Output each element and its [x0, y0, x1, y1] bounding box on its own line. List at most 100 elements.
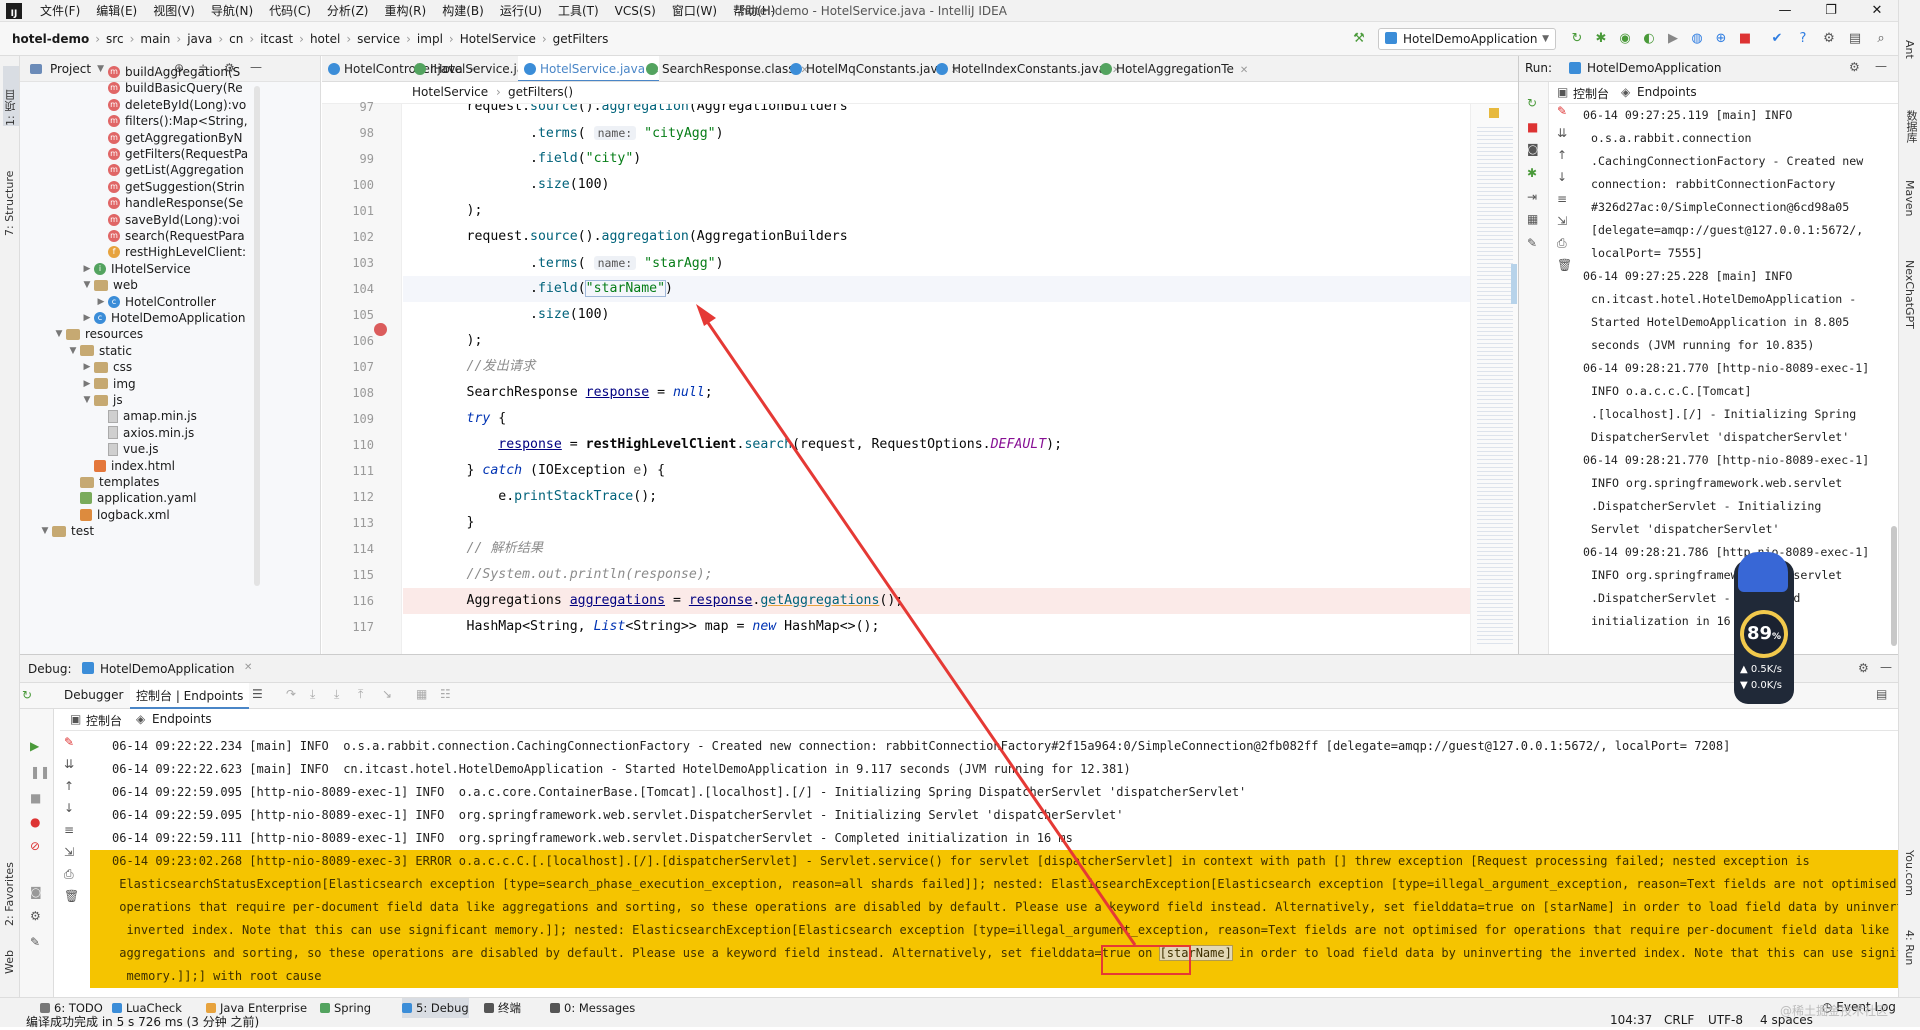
scroll-end-icon[interactable]: ⇊ [1557, 126, 1567, 140]
clear-icon[interactable]: ✎ [64, 735, 74, 749]
gear-icon[interactable]: ⚙ [1858, 661, 1869, 675]
up-arrow-icon[interactable]: ↑ [64, 779, 74, 793]
gear-icon[interactable]: ⚙ [30, 909, 41, 923]
debug-icon[interactable]: ✱ [1527, 166, 1537, 180]
exit-icon[interactable]: ⇥ [1527, 190, 1537, 204]
help-icon[interactable]: ? [1794, 30, 1812, 48]
close-button[interactable]: ✕ [1854, 0, 1900, 22]
scroll-thumb[interactable] [1511, 264, 1517, 304]
console-endpoints-tab[interactable]: 控制台 | Endpoints [130, 683, 250, 709]
minimize-button[interactable]: — [1762, 0, 1808, 22]
hide-icon[interactable]: — [250, 60, 262, 74]
clear-icon[interactable]: ✎ [1557, 104, 1567, 118]
right-tool-tab-2[interactable]: Maven [1903, 180, 1916, 216]
tool-tab[interactable]: 终端 [484, 998, 521, 1018]
code-editor[interactable]: request.source().aggregation(Aggregation… [403, 104, 1470, 654]
up-arrow-icon[interactable]: ↑ [1557, 148, 1567, 162]
tree-caret-icon[interactable]: ▼ [80, 390, 94, 410]
breadcrumb-item[interactable]: hotel-demo [8, 32, 93, 46]
breadcrumb-method[interactable]: getFilters() [508, 85, 573, 99]
evaluate-icon[interactable]: ▦ [416, 687, 427, 701]
editor-tab[interactable]: HotelAggregationTe ✕ [1094, 56, 1248, 81]
breakpoint-icon[interactable] [374, 323, 387, 336]
menu-icon[interactable]: ☰ [252, 687, 263, 701]
update-icon[interactable]: ⊕ [1712, 30, 1730, 48]
tree-caret-icon[interactable]: ▼ [66, 341, 80, 361]
menu-item[interactable]: 构建(B) [434, 0, 492, 22]
print-icon[interactable]: ⎙ [64, 867, 74, 882]
editor-tab[interactable]: HotelIndexConstants.java ✕ [930, 56, 1120, 81]
menu-item[interactable]: 视图(V) [145, 0, 203, 22]
step-over-icon[interactable]: ↷ [286, 687, 296, 701]
gear-icon[interactable]: ⚙ [1849, 60, 1860, 74]
step-out-icon[interactable]: ⤒ [358, 687, 363, 702]
view-breakpoints-icon[interactable]: ● [30, 815, 40, 829]
debug-console-tab[interactable]: 控制台 [86, 712, 122, 729]
right-tool-tab-3[interactable]: NexChatGPT [1903, 260, 1916, 329]
menu-item[interactable]: 代码(C) [261, 0, 319, 22]
scroll-to-end-icon[interactable]: ⇲ [64, 845, 74, 859]
menu-item[interactable]: 导航(N) [203, 0, 261, 22]
breadcrumb-item[interactable]: cn [225, 32, 247, 46]
project-title[interactable]: Project [50, 62, 91, 76]
menu-item[interactable]: VCS(S) [607, 0, 664, 22]
line-separator[interactable]: CRLF [1664, 1013, 1694, 1027]
tree-caret-icon[interactable]: ▼ [80, 275, 94, 295]
rerun-icon[interactable]: ↻ [22, 688, 32, 702]
menu-item[interactable]: 重构(R) [377, 0, 435, 22]
run-scrollbar[interactable] [1891, 526, 1897, 646]
step-into-icon[interactable]: ⤓ [310, 687, 315, 702]
run-config-select[interactable]: HotelDemoApplication ▼ [1378, 28, 1556, 50]
coverage-icon[interactable]: ◉ [1616, 30, 1634, 48]
profile-icon[interactable]: ◐ [1640, 30, 1658, 48]
debug-app-tab[interactable]: HotelDemoApplication [100, 662, 235, 676]
camera-icon[interactable]: ◙ [1527, 142, 1539, 156]
tool-tab[interactable]: 0: Messages [550, 998, 635, 1018]
hide-icon[interactable]: — [1875, 59, 1887, 73]
menu-item[interactable]: 分析(Z) [319, 0, 377, 22]
editor-tab[interactable]: HotelService.java✕ [518, 56, 660, 81]
menu-item[interactable]: 运行(U) [492, 0, 550, 22]
breadcrumb-item[interactable]: impl [413, 32, 447, 46]
scroll-end-icon[interactable]: ⇊ [64, 757, 74, 771]
pin-icon[interactable]: ✎ [1527, 236, 1537, 250]
down-arrow-icon[interactable]: ↓ [64, 801, 74, 815]
tree-caret-icon[interactable]: ▼ [38, 521, 52, 541]
close-tab-icon[interactable]: ✕ [244, 662, 252, 673]
maximize-button[interactable]: ❐ [1808, 0, 1854, 22]
debug-endpoints-tab[interactable]: Endpoints [152, 712, 212, 726]
run-to-cursor-icon[interactable]: ↘ [382, 687, 392, 701]
menu-item[interactable]: 文件(F) [32, 0, 88, 22]
stop-icon[interactable]: ■ [1736, 30, 1754, 48]
network-monitor-widget[interactable]: 89% ▲ 0.5K/s ▼ 0.0K/s [1734, 552, 1794, 704]
build-icon[interactable]: ◍ [1688, 30, 1706, 48]
soft-wrap-icon[interactable]: ≡ [64, 823, 74, 837]
stop-icon[interactable]: ■ [30, 791, 41, 805]
menu-item[interactable]: 编辑(E) [88, 0, 145, 22]
tree-caret-icon[interactable]: ▼ [52, 324, 66, 344]
debug-console-output[interactable]: 06-14 09:22:22.234 [main] INFO o.s.a.rab… [90, 735, 1898, 998]
breadcrumb-item[interactable]: java [183, 32, 216, 46]
menu-item[interactable]: 窗口(W) [664, 0, 725, 22]
tree-item[interactable]: ▼ test [38, 521, 95, 541]
settings-icon[interactable]: ⚙ [1820, 30, 1838, 48]
camera-icon[interactable]: ◙ [30, 885, 42, 899]
breadcrumb-class[interactable]: HotelService [412, 85, 488, 99]
hide-icon[interactable]: — [1880, 660, 1892, 674]
tool-tab[interactable]: 5: Debug [402, 998, 469, 1018]
right-tool-tab-1[interactable]: 数据库 [1903, 110, 1919, 143]
tree-scrollbar[interactable] [254, 86, 260, 586]
warning-marker-icon[interactable] [1489, 108, 1499, 118]
file-encoding[interactable]: UTF-8 [1708, 1013, 1743, 1027]
pause-icon[interactable]: ❚❚ [30, 765, 50, 779]
down-arrow-icon[interactable]: ↓ [1557, 170, 1567, 184]
right-tool-tab-4[interactable]: You.com [1903, 850, 1916, 896]
search-everywhere-icon[interactable]: ⌕ [1872, 30, 1890, 48]
attach-icon[interactable]: ▶ [1664, 30, 1682, 48]
print-icon[interactable]: ⎙ [1557, 236, 1567, 251]
trash-icon[interactable]: 🗑 [1557, 258, 1572, 272]
trace-icon[interactable]: ☷ [440, 687, 451, 701]
project-tool-tab[interactable]: 1: 项目 [3, 66, 19, 126]
rerun-icon[interactable]: ↻ [1527, 96, 1537, 110]
stop-icon[interactable]: ■ [1527, 120, 1538, 134]
